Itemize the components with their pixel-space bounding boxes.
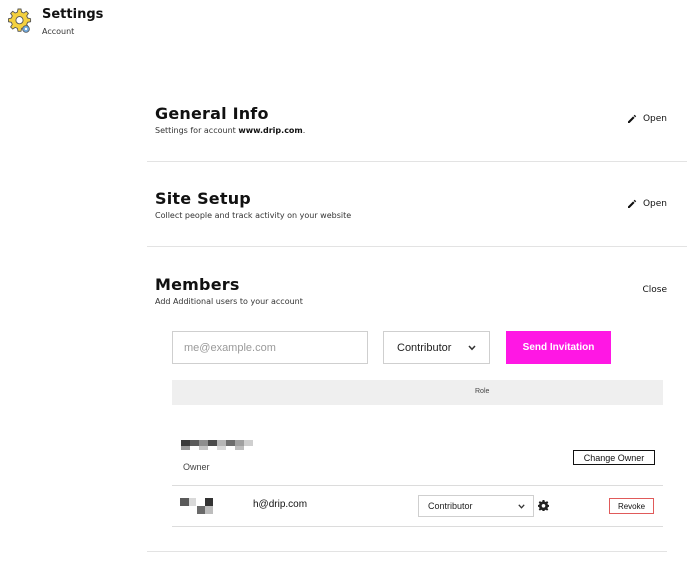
chevron-down-icon [518, 503, 525, 509]
row-divider [172, 485, 663, 486]
role-column-header: Role [475, 388, 490, 395]
section-title: Site Setup [155, 189, 251, 208]
divider [147, 161, 687, 162]
member-email: h@drip.com [253, 499, 308, 510]
change-owner-button[interactable]: Change Owner [573, 450, 655, 465]
description-prefix: Settings for account [155, 126, 239, 135]
role-select-value: Contributor [397, 341, 452, 354]
row-divider [172, 526, 663, 527]
chevron-down-icon [468, 344, 476, 350]
section-title: General Info [155, 104, 269, 123]
open-site-setup-button[interactable]: Open [627, 199, 667, 209]
revoke-button[interactable]: Revoke [609, 498, 654, 514]
section-title: Members [155, 275, 240, 294]
divider [147, 246, 687, 247]
description-suffix: . [302, 126, 306, 135]
gear-icon [8, 8, 32, 33]
section-site-setup: Site Setup Collect people and track acti… [147, 187, 687, 247]
close-label: Close [642, 285, 667, 295]
member-role-value: Contributor [428, 501, 473, 511]
member-role-select[interactable]: Contributor [418, 495, 534, 517]
section-general-info: General Info Settings for account www.dr… [147, 102, 687, 162]
members-table-header: Role [172, 380, 663, 405]
app-header: Settings Account [8, 8, 103, 36]
open-general-info-button[interactable]: Open [627, 114, 667, 124]
section-description: Settings for account www.drip.com. [155, 126, 305, 135]
send-invitation-button[interactable]: Send Invitation [506, 331, 611, 364]
invite-email-input[interactable] [172, 331, 368, 364]
section-members: Members Add Additional users to your acc… [147, 273, 687, 313]
section-description: Collect people and track activity on you… [155, 211, 352, 220]
divider [147, 551, 667, 552]
account-domain: www.drip.com [238, 126, 303, 135]
close-members-button[interactable]: Close [642, 285, 667, 295]
invite-role-select[interactable]: Contributor [383, 331, 490, 364]
pencil-icon [627, 199, 637, 208]
gear-icon[interactable] [538, 500, 549, 511]
app-subtitle: Account [42, 27, 75, 36]
section-description: Add Additional users to your account [155, 297, 303, 306]
app-title: Settings [42, 7, 104, 22]
open-label: Open [642, 114, 667, 124]
open-label: Open [642, 199, 667, 209]
owner-role-label: Owner [183, 462, 210, 472]
pencil-icon [627, 114, 637, 123]
